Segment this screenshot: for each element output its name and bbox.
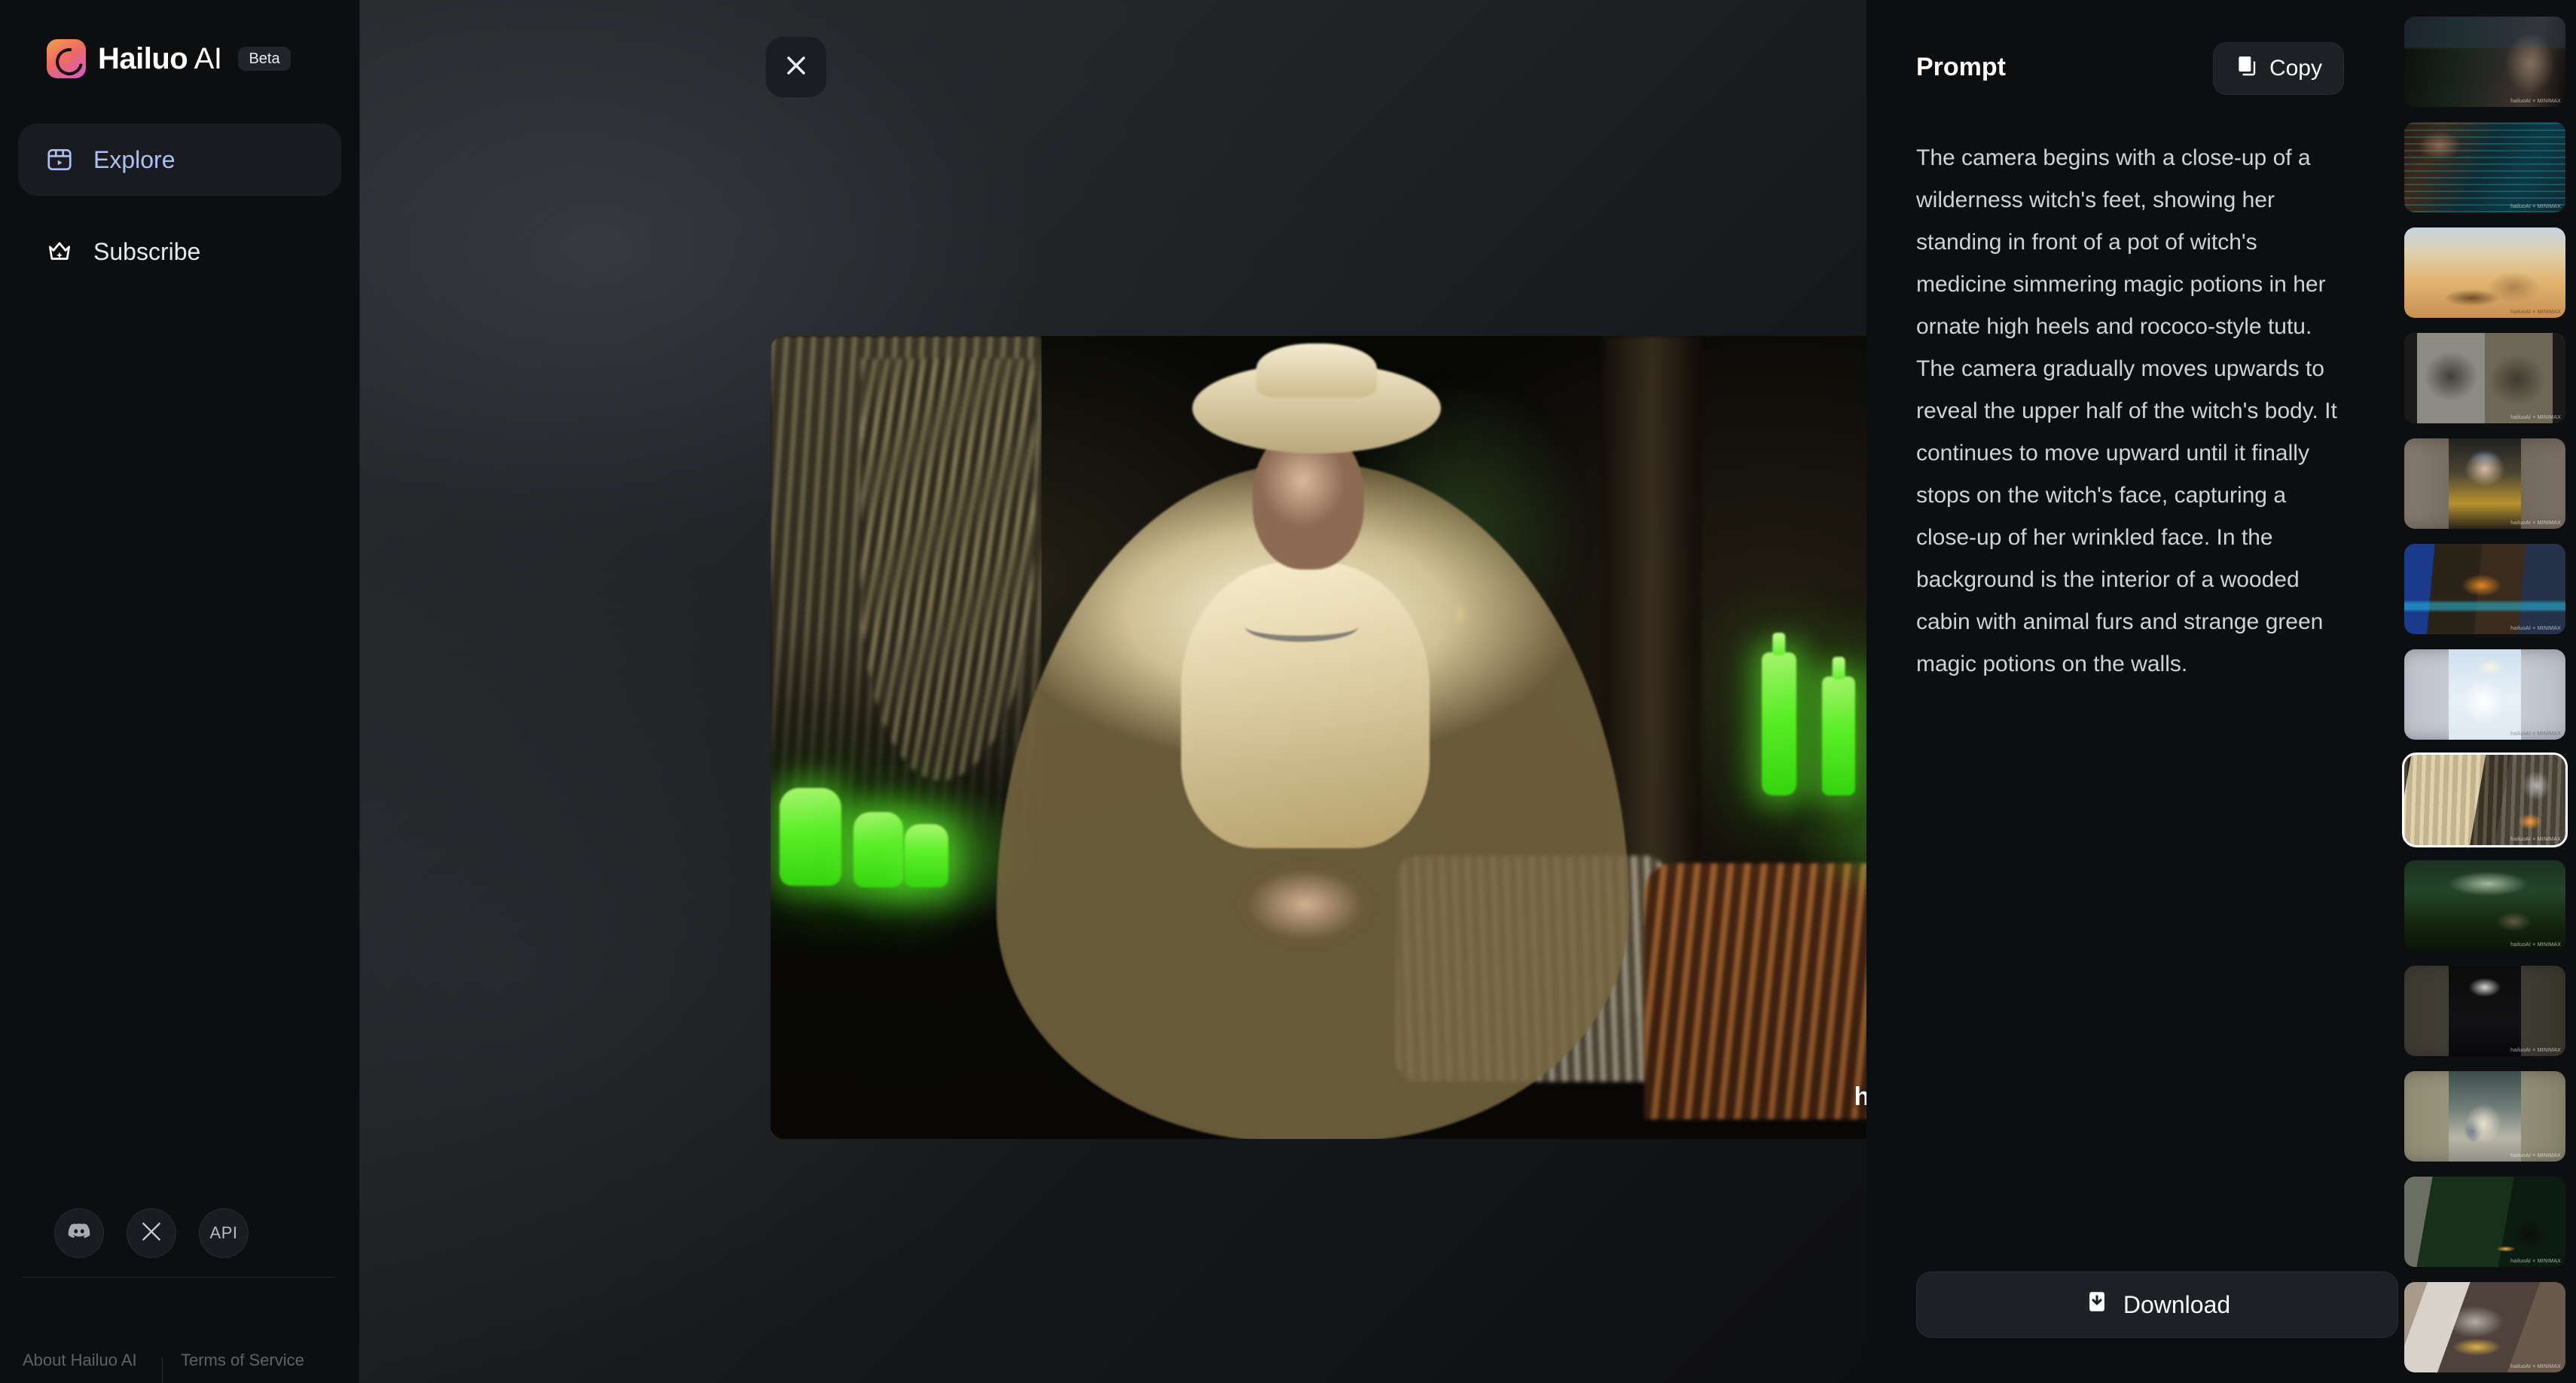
thumbnail-art-detail: [2404, 1282, 2565, 1372]
prompt-panel-header: Prompt Copy: [1916, 42, 2344, 95]
sidebar-item-subscribe[interactable]: Subscribe: [18, 215, 341, 288]
download-button[interactable]: Download: [1916, 1272, 2398, 1338]
thumbnail-art-detail: [2404, 333, 2565, 423]
footer-link-about[interactable]: About Hailuo AI: [23, 1348, 162, 1372]
footer-about[interactable]: About Hailuo AI: [23, 1318, 162, 1372]
footer-links: About Hailuo AI Terms of Service: [23, 1318, 346, 1383]
scene-witch-torso: [1181, 562, 1430, 848]
copy-icon: [2235, 53, 2259, 84]
discord-button[interactable]: [54, 1208, 104, 1258]
x-twitter-button[interactable]: [127, 1208, 176, 1258]
thumbnail-art-detail: [2449, 438, 2521, 529]
brand-name: Hailuo AI: [98, 41, 222, 76]
thumbnail-art-detail: [2404, 544, 2565, 634]
download-button-label: Download: [2123, 1290, 2231, 1318]
thumbnail-watermark: hailuoAI × MINIMAX: [2510, 521, 2561, 526]
thumbnail-moonlit-castle-silhouette[interactable]: hailuoAI × MINIMAX: [2404, 966, 2565, 1056]
watermark-brand: hailuo AI: [1854, 1082, 1866, 1111]
thumbnail-misty-jungle-path[interactable]: hailuoAI × MINIMAX: [2404, 860, 2565, 951]
crown-icon: [45, 237, 74, 266]
scene-potion-bottle: [780, 788, 841, 886]
thumbnail-art-detail: [2449, 1071, 2521, 1162]
scene-witch-hands: [1238, 863, 1373, 946]
thumbnail-snow-bunny-with-rose[interactable]: hailuoAI × MINIMAX: [2404, 649, 2565, 740]
scene-potion-bottle: [905, 824, 948, 887]
thumbnail-watermark: hailuoAI × MINIMAX: [2510, 99, 2561, 104]
thumbnail-watermark: hailuoAI × MINIMAX: [2510, 310, 2561, 315]
close-icon: [781, 50, 811, 84]
thumbnail-watermark: hailuoAI × MINIMAX: [2510, 415, 2561, 420]
thumbnail-couple-on-subway-train[interactable]: hailuoAI × MINIMAX: [2404, 1071, 2565, 1162]
sidebar: Hailuo AI Beta Explore Subscribe API Abo…: [0, 0, 360, 1383]
brand-name-bold: Hailuo: [98, 41, 188, 75]
thumbnail-art-detail: [2404, 122, 2565, 212]
footer-terms[interactable]: Terms of Service: [181, 1318, 320, 1372]
footer-link-terms[interactable]: Terms of Service: [181, 1348, 320, 1372]
sidebar-item-explore-label: Explore: [93, 145, 175, 173]
x-icon: [139, 1219, 164, 1248]
prompt-title: Prompt: [1916, 53, 2006, 81]
thumbnail-girl-with-pearl-earring[interactable]: hailuoAI × MINIMAX: [2404, 438, 2565, 529]
api-label: API: [209, 1223, 238, 1242]
thumbnail-watermark: hailuoAI × MINIMAX: [2510, 204, 2561, 209]
scene-potion-bottle: [1822, 657, 1855, 795]
thumbnail-desert-temple-ruins[interactable]: hailuoAI × MINIMAX: [2404, 227, 2565, 318]
thumbnail-watermark: hailuoAI × MINIMAX: [2510, 1364, 2561, 1369]
scene-potion-bottle: [853, 812, 903, 887]
discord-icon: [66, 1219, 92, 1248]
prompt-panel: Prompt Copy The camera begins with a clo…: [1866, 0, 2398, 1383]
scene-witch-hat-crown: [1256, 343, 1377, 398]
close-button[interactable]: [765, 36, 827, 98]
thumbnail-watermark: hailuoAI × MINIMAX: [2510, 837, 2561, 842]
brand-name-light: AI: [194, 41, 222, 75]
sidebar-item-subscribe-label: Subscribe: [93, 237, 201, 265]
api-button[interactable]: API: [199, 1208, 249, 1258]
thumbnail-watermark: hailuoAI × MINIMAX: [2510, 731, 2561, 737]
sidebar-item-explore[interactable]: Explore: [18, 124, 341, 196]
thumbnail-man-with-candle-in-forest[interactable]: hailuoAI × MINIMAX: [2404, 1177, 2565, 1267]
scene-potion-bottle: [1762, 633, 1796, 795]
video-player[interactable]: hailuo AI × MINIMAX: [771, 336, 1866, 1139]
thumbnail-art-detail: [2404, 860, 2565, 951]
thumbnail-boy-and-man-watching-explosion[interactable]: hailuoAI × MINIMAX: [2404, 544, 2565, 634]
sidebar-nav: Explore Subscribe: [0, 124, 359, 288]
thumbnail-watermark: hailuoAI × MINIMAX: [2510, 1048, 2561, 1053]
social-links: API: [0, 1208, 360, 1258]
thumbnail-art-detail: [2449, 966, 2521, 1056]
thumbnail-watermark: hailuoAI × MINIMAX: [2510, 942, 2561, 948]
thumbnail-witch-feet-and-cauldron[interactable]: hailuoAI × MINIMAX: [2402, 753, 2568, 847]
thumbnail-vintage-portraits-einstein[interactable]: hailuoAI × MINIMAX: [2404, 333, 2565, 423]
thumbnail-glass-of-beer[interactable]: hailuoAI × MINIMAX: [2404, 1282, 2565, 1372]
thumbnail-art-detail: [2404, 1177, 2565, 1267]
thumbnail-woman-with-holographic-interface[interactable]: hailuoAI × MINIMAX: [2404, 122, 2565, 212]
download-icon: [2084, 1289, 2110, 1320]
app-root: Hailuo AI Beta Explore Subscribe API Abo…: [0, 0, 2576, 1383]
thumbnail-art-detail: [2449, 649, 2521, 740]
beta-badge: Beta: [238, 47, 291, 71]
thumbnail-art-detail: [2404, 17, 2565, 107]
thumbnail-watermark: hailuoAI × MINIMAX: [2510, 1153, 2561, 1159]
hailuo-logo-icon: [47, 39, 86, 78]
video-frame: hailuo AI × MINIMAX: [771, 336, 1866, 1139]
footer-link-separator: [162, 1357, 163, 1383]
brand[interactable]: Hailuo AI Beta: [0, 0, 359, 78]
footer-divider: [23, 1277, 334, 1278]
thumbnail-rail[interactable]: hailuoAI × MINIMAX hailuoAI × MINIMAX ha…: [2394, 0, 2576, 1383]
thumbnail-window-field-at-dusk[interactable]: hailuoAI × MINIMAX: [2404, 17, 2565, 107]
copy-button-label: Copy: [2269, 56, 2322, 81]
prompt-text: The camera begins with a close-up of a w…: [1916, 145, 2344, 676]
video-watermark: hailuo AI × MINIMAX: [1854, 1082, 1866, 1112]
copy-button[interactable]: Copy: [2212, 42, 2344, 95]
thumbnail-art-detail: [2404, 755, 2565, 845]
thumbnail-art-detail: [2404, 227, 2565, 318]
scene-witch-necklace: [1245, 612, 1358, 642]
thumbnail-watermark: hailuoAI × MINIMAX: [2510, 1259, 2561, 1264]
explore-icon: [45, 145, 74, 174]
video-stage: hailuo AI × MINIMAX: [360, 0, 1866, 1383]
thumbnail-watermark: hailuoAI × MINIMAX: [2510, 626, 2561, 631]
